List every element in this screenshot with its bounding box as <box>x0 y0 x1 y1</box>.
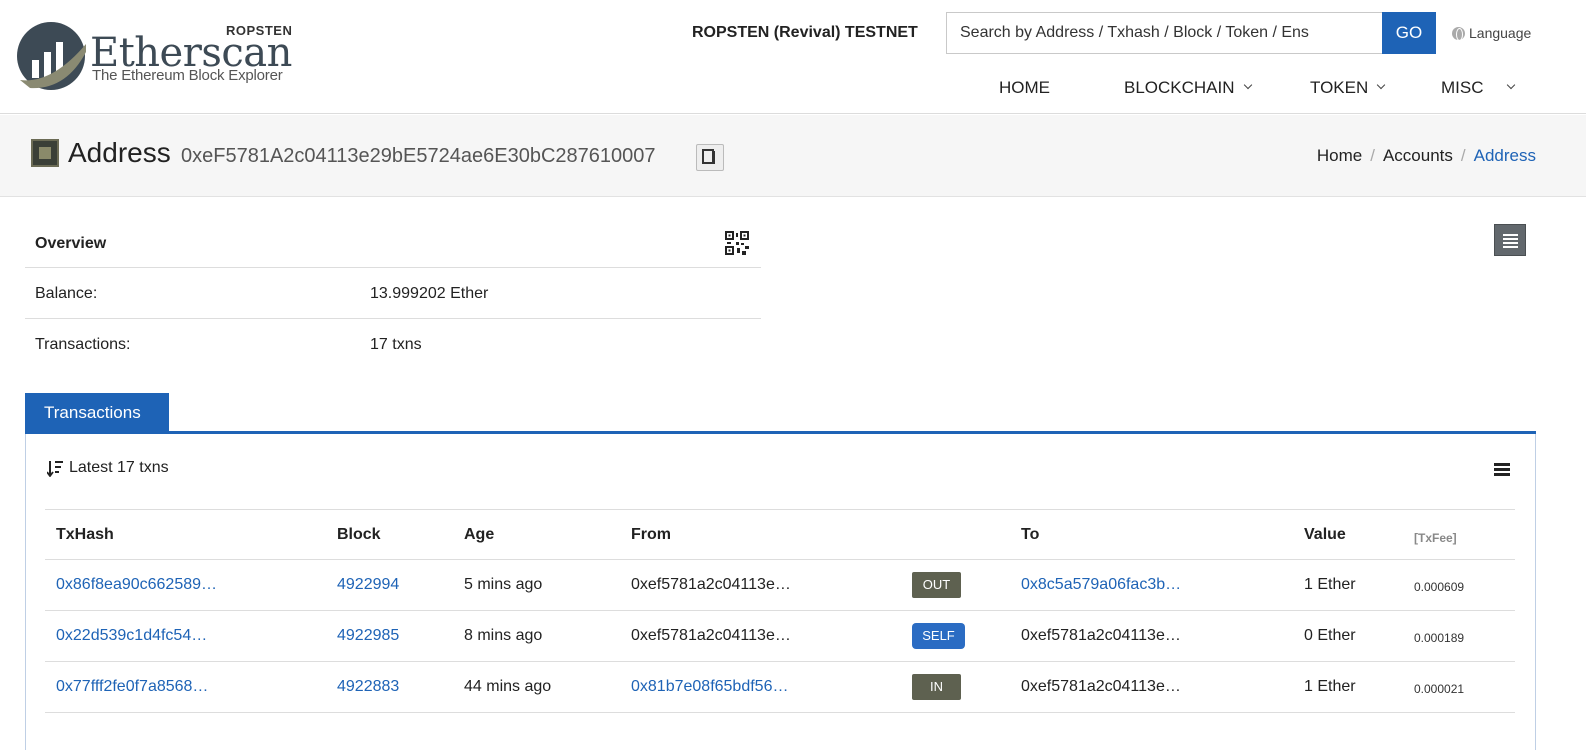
breadcrumb-separator: / <box>1460 146 1466 165</box>
tx-hash-link[interactable]: 0x77fff2fe0f7a8568… <box>56 678 208 696</box>
breadcrumb-address: Address <box>1473 146 1536 165</box>
balance-label: Balance: <box>35 285 98 302</box>
chevron-down-icon <box>1377 80 1386 90</box>
tx-fee: 0.000021 <box>1414 682 1465 696</box>
nav-token-label: TOKEN <box>1310 78 1369 97</box>
network-label: ROPSTEN (Revival) TESTNET <box>692 24 918 41</box>
menu-icon-bar <box>1503 238 1518 240</box>
transactions-count: 17 txns <box>370 336 422 353</box>
nav-blockchain[interactable]: BLOCKCHAIN <box>1124 78 1252 98</box>
nav-home[interactable]: HOME <box>999 78 1050 98</box>
col-age: Age <box>464 526 495 543</box>
tx-from: 0xef5781a2c04113e… <box>631 576 791 593</box>
nav-misc[interactable]: MISC <box>1441 78 1515 98</box>
etherscan-logo-icon <box>17 22 86 90</box>
qr-code-icon[interactable] <box>725 231 749 255</box>
tx-to-link[interactable]: 0x8c5a579a06fac3b… <box>1021 576 1181 594</box>
breadcrumb-accounts[interactable]: Accounts <box>1383 146 1453 166</box>
address-hash: 0xeF5781A2c04113e29bE5724ae6E30bC2876100… <box>181 145 656 167</box>
tx-from: 0xef5781a2c04113e… <box>631 627 791 644</box>
more-options-button[interactable] <box>1494 224 1526 256</box>
language-label: Language <box>1469 25 1532 41</box>
table-row: 0x77fff2fe0f7a8568… 4922883 44 mins ago … <box>45 662 1515 713</box>
tab-transactions[interactable]: Transactions <box>25 393 169 432</box>
tx-from-link[interactable]: 0x81b7e08f65bdf56… <box>631 678 788 696</box>
balance-value: 13.999202 Ether <box>370 285 489 302</box>
menu-icon-bar <box>1503 242 1518 244</box>
nav-home-label: HOME <box>999 78 1050 97</box>
search-input[interactable] <box>946 12 1383 54</box>
latest-txns-label: Latest 17 txns <box>69 459 169 476</box>
copy-address-button[interactable] <box>696 144 724 171</box>
list-menu-icon[interactable] <box>1494 463 1510 477</box>
tx-value: 1 Ether <box>1304 576 1356 593</box>
tx-fee: 0.000609 <box>1414 580 1465 594</box>
col-txhash: TxHash <box>56 526 114 543</box>
table-row: 0x22d539c1d4fc54… 4922985 8 mins ago 0xe… <box>45 611 1515 662</box>
tx-value: 1 Ether <box>1304 678 1356 695</box>
copy-icon <box>702 149 715 164</box>
tx-to: 0xef5781a2c04113e… <box>1021 678 1181 695</box>
breadcrumb-separator: / <box>1370 146 1375 165</box>
overview-panel: Overview Balance: 13.999202 Ether Transa… <box>25 218 761 370</box>
col-to: To <box>1021 526 1040 543</box>
search-go-button[interactable]: GO <box>1382 12 1436 54</box>
tx-hash-link[interactable]: 0x86f8ea90c662589… <box>56 576 217 594</box>
nav-blockchain-label: BLOCKCHAIN <box>1124 78 1235 97</box>
etherscan-logo[interactable]: ROPSTEN Etherscan The Ethereum Block Exp… <box>16 18 306 98</box>
table-header-row: TxHash Block Age From To Value [TxFee] <box>45 509 1515 560</box>
chevron-down-icon <box>1506 80 1515 90</box>
direction-badge-in: IN <box>912 674 961 700</box>
direction-badge-out: OUT <box>912 572 961 598</box>
transactions-label: Transactions: <box>35 336 131 353</box>
tx-hash-link[interactable]: 0x22d539c1d4fc54… <box>56 627 207 645</box>
block-link[interactable]: 4922994 <box>337 576 399 594</box>
transactions-summary: Latest 17 txns <box>47 459 169 477</box>
direction-badge-self: SELF <box>912 623 965 649</box>
tx-fee: 0.000189 <box>1414 631 1465 645</box>
transactions-table: TxHash Block Age From To Value [TxFee] 0… <box>45 509 1515 713</box>
col-from: From <box>631 526 671 543</box>
globe-icon <box>1452 26 1465 41</box>
page-title-band: Address 0xeF5781A2c04113e29bE5724ae6E30b… <box>0 115 1586 197</box>
overview-title: Overview <box>35 235 107 252</box>
breadcrumb-home[interactable]: Home <box>1317 146 1362 166</box>
menu-icon-bar <box>1503 234 1518 236</box>
col-txfee[interactable]: [TxFee] <box>1414 531 1457 545</box>
site-header: ROPSTEN Etherscan The Ethereum Block Exp… <box>0 0 1586 114</box>
tx-age: 5 mins ago <box>464 576 543 593</box>
table-row: 0x86f8ea90c662589… 4922994 5 mins ago 0x… <box>45 560 1515 611</box>
sort-icon <box>47 460 63 477</box>
overview-transactions-row: Transactions: 17 txns <box>25 319 761 370</box>
nav-token[interactable]: TOKEN <box>1310 78 1386 98</box>
address-identicon-icon <box>31 139 59 167</box>
menu-icon-bar <box>1503 246 1518 248</box>
col-value: Value <box>1304 526 1346 543</box>
tx-value: 0 Ether <box>1304 627 1356 644</box>
overview-header: Overview <box>25 218 761 268</box>
logo-tagline: The Ethereum Block Explorer <box>92 67 283 84</box>
tx-age: 8 mins ago <box>464 627 543 644</box>
language-selector[interactable]: Language <box>1452 25 1531 41</box>
overview-balance-row: Balance: 13.999202 Ether <box>25 268 761 319</box>
breadcrumb: Home / Accounts / Address <box>1317 146 1536 166</box>
chevron-down-icon <box>1243 80 1252 90</box>
block-link[interactable]: 4922883 <box>337 678 399 696</box>
tx-age: 44 mins ago <box>464 678 552 695</box>
col-block: Block <box>337 526 381 543</box>
nav-misc-label: MISC <box>1441 78 1484 97</box>
tx-to: 0xef5781a2c04113e… <box>1021 627 1181 644</box>
page-title: Address <box>68 137 171 168</box>
block-link[interactable]: 4922985 <box>337 627 399 645</box>
